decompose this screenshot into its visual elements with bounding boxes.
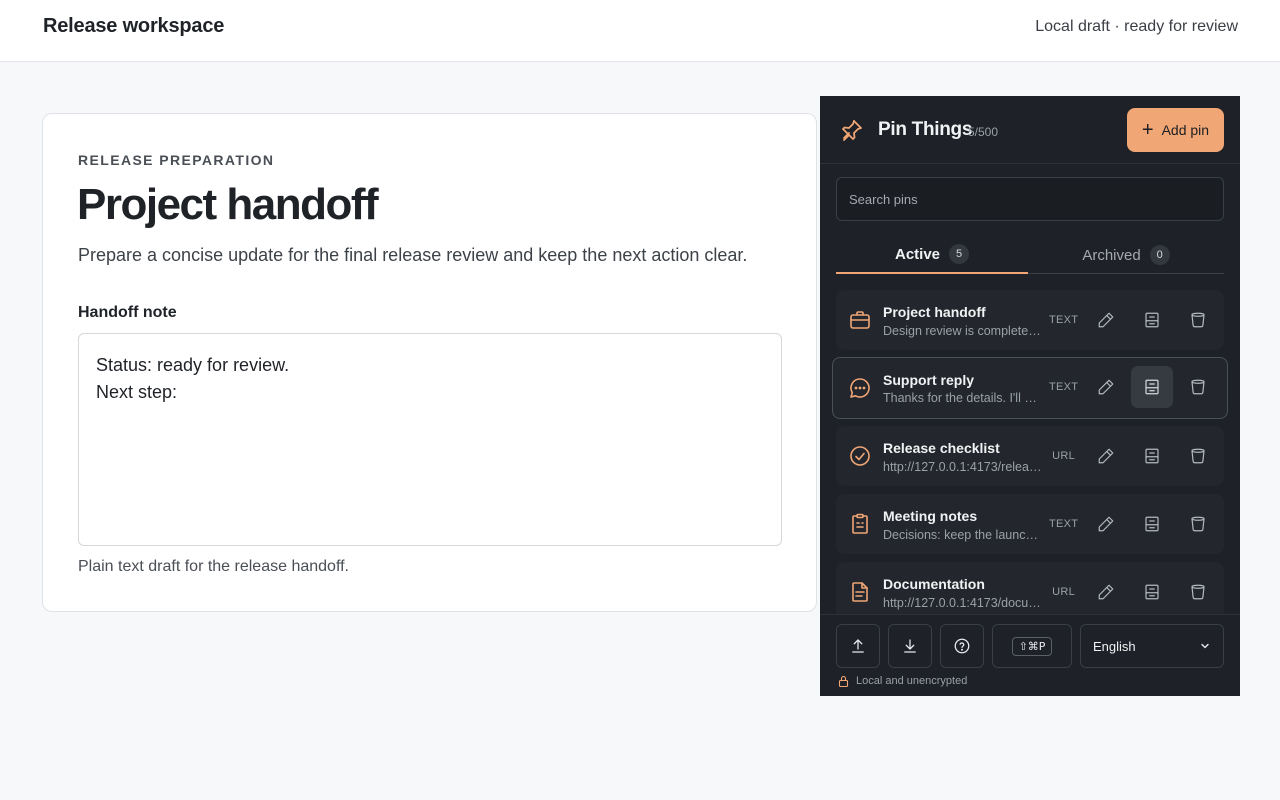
archive-icon xyxy=(1145,448,1159,464)
pin-name: Documentation xyxy=(883,576,985,592)
add-pin-button[interactable]: + Add pin xyxy=(1127,108,1224,152)
pin-item[interactable]: Meeting notes Decisions: keep the launc…… xyxy=(836,494,1224,554)
document-icon xyxy=(852,582,868,602)
archive-icon xyxy=(1145,312,1159,328)
security-note-text: Local and unencrypted xyxy=(856,675,968,687)
pin-count: 5/500 xyxy=(968,125,999,139)
delete-button[interactable] xyxy=(1177,366,1219,408)
pin-item-selected[interactable]: Support reply Thanks for the details. I'… xyxy=(832,357,1228,419)
pin-item[interactable]: Project handoff Design review is complet… xyxy=(836,290,1224,350)
chat-icon xyxy=(850,378,870,398)
archive-button[interactable] xyxy=(1131,299,1173,341)
tab-archived-count: 0 xyxy=(1149,245,1170,265)
trash-icon xyxy=(1191,516,1205,532)
import-button[interactable] xyxy=(888,624,932,668)
pencil-icon xyxy=(1098,448,1114,464)
archive-button[interactable] xyxy=(1131,435,1173,477)
archive-icon xyxy=(1145,584,1159,600)
pin-type: URL xyxy=(1052,450,1075,462)
handoff-note-textarea[interactable] xyxy=(78,333,782,546)
pin-item[interactable]: Documentation http://127.0.0.1:4173/docu… xyxy=(836,562,1224,614)
handoff-card: RELEASE PREPARATION Project handoff Prep… xyxy=(42,113,817,612)
page-title: Project handoff xyxy=(77,180,379,229)
edit-button[interactable] xyxy=(1085,503,1127,545)
lock-icon xyxy=(838,675,849,687)
edit-button[interactable] xyxy=(1085,571,1127,613)
pushpin-icon xyxy=(842,120,862,141)
download-icon xyxy=(904,639,916,653)
archive-button[interactable] xyxy=(1131,571,1173,613)
pin-list: Project handoff Design review is complet… xyxy=(832,290,1228,614)
app-title: Release workspace xyxy=(43,15,225,37)
pin-preview: http://127.0.0.1:4173/releas… xyxy=(883,460,1043,474)
draft-status: Local draft · ready for review xyxy=(1035,18,1238,35)
delete-button[interactable] xyxy=(1177,435,1219,477)
pin-type: TEXT xyxy=(1049,314,1079,326)
briefcase-icon xyxy=(850,311,870,329)
upload-icon xyxy=(852,639,864,653)
pin-name: Release checklist xyxy=(883,440,1000,456)
export-button[interactable] xyxy=(836,624,880,668)
archive-button[interactable] xyxy=(1131,366,1173,408)
add-pin-label: Add pin xyxy=(1161,122,1210,138)
pin-tabs: Active 5 Archived 0 xyxy=(836,236,1224,274)
pin-type: TEXT xyxy=(1049,381,1079,393)
archive-icon xyxy=(1145,516,1159,532)
shortcut-button[interactable]: ⇧⌘P xyxy=(992,624,1072,668)
pin-type: URL xyxy=(1052,586,1075,598)
delete-button[interactable] xyxy=(1177,299,1219,341)
pencil-icon xyxy=(1098,584,1114,600)
pin-preview: Decisions: keep the launc… xyxy=(883,528,1038,542)
pin-preview: Thanks for the details. I'll … xyxy=(883,391,1037,405)
archive-icon xyxy=(1145,379,1159,395)
panel-title: Pin Things xyxy=(878,119,973,140)
handoff-note-hint: Plain text draft for the release handoff… xyxy=(78,558,349,575)
tab-active-count: 5 xyxy=(949,244,970,264)
trash-icon xyxy=(1191,584,1205,600)
pin-name: Project handoff xyxy=(883,304,986,320)
pin-preview: http://127.0.0.1:4173/docu… xyxy=(883,596,1041,610)
pin-things-panel: Pin Things 5/500 + Add pin Active 5 Arch… xyxy=(820,96,1240,696)
tab-archived-label: Archived xyxy=(1082,246,1141,264)
search-pins-input[interactable] xyxy=(836,177,1224,221)
pin-item[interactable]: Release checklist http://127.0.0.1:4173/… xyxy=(836,426,1224,486)
pin-type: TEXT xyxy=(1049,518,1079,530)
panel-header: Pin Things 5/500 + Add pin xyxy=(820,96,1240,164)
handoff-note-label: Handoff note xyxy=(78,304,177,321)
trash-icon xyxy=(1191,448,1205,464)
page-description: Prepare a concise update for the final r… xyxy=(78,245,748,265)
chevron-down-icon xyxy=(1201,643,1209,649)
language-value: English xyxy=(1093,638,1136,654)
help-icon xyxy=(954,638,970,654)
top-bar: Release workspace Local draft · ready fo… xyxy=(0,0,1280,62)
pin-preview: Design review is complete… xyxy=(883,324,1041,338)
archive-button[interactable] xyxy=(1131,503,1173,545)
delete-button[interactable] xyxy=(1177,503,1219,545)
plus-icon: + xyxy=(1141,119,1154,141)
shortcut-key: ⇧⌘P xyxy=(1011,636,1053,656)
pin-name: Support reply xyxy=(883,372,975,388)
clipboard-icon xyxy=(852,513,868,534)
section-eyebrow: RELEASE PREPARATION xyxy=(78,152,275,168)
tab-active-label: Active xyxy=(894,245,941,263)
panel-footer: ⇧⌘P English Local and unencrypted xyxy=(820,614,1240,696)
pencil-icon xyxy=(1098,516,1114,532)
delete-button[interactable] xyxy=(1177,571,1219,613)
pin-name: Meeting notes xyxy=(883,508,978,524)
trash-icon xyxy=(1191,379,1205,395)
pencil-icon xyxy=(1098,312,1114,328)
edit-button[interactable] xyxy=(1085,435,1127,477)
tab-archived[interactable]: Archived 0 xyxy=(1030,236,1222,274)
help-button[interactable] xyxy=(940,624,984,668)
security-note: Local and unencrypted xyxy=(838,675,967,687)
trash-icon xyxy=(1191,312,1205,328)
edit-button[interactable] xyxy=(1085,366,1127,408)
language-select[interactable]: English xyxy=(1080,624,1224,668)
check-circle-icon xyxy=(850,446,870,466)
pencil-icon xyxy=(1098,379,1114,395)
edit-button[interactable] xyxy=(1085,299,1127,341)
tab-active[interactable]: Active 5 xyxy=(836,236,1028,274)
